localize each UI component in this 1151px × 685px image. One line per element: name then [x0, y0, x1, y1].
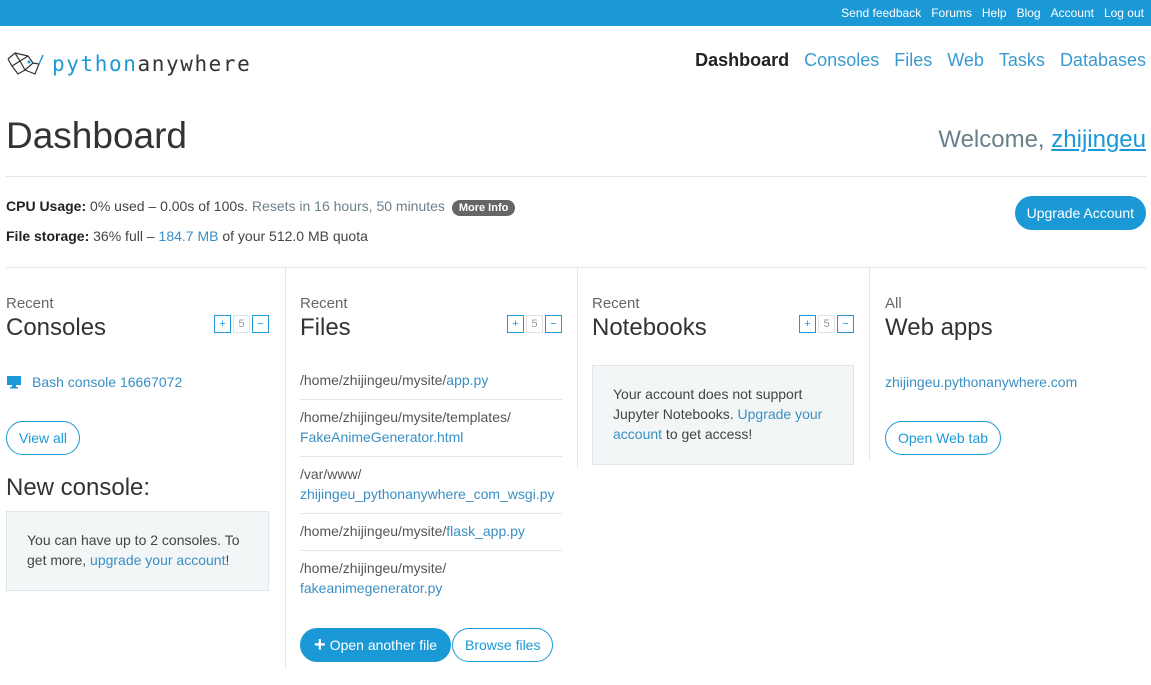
account-link[interactable]: Account	[1051, 6, 1094, 20]
list-item: /home/zhijingeu/mysite/app.py	[300, 363, 562, 400]
increase-button[interactable]: +	[799, 315, 816, 333]
recent-files-list: /home/zhijingeu/mysite/app.py /home/zhij…	[300, 363, 562, 607]
increase-button[interactable]: +	[214, 315, 231, 333]
send-feedback-link[interactable]: Send feedback	[841, 6, 921, 20]
open-another-file-button[interactable]: + Open another file	[300, 628, 452, 662]
logo-text-python: python	[52, 52, 138, 76]
increase-button[interactable]: +	[507, 315, 524, 333]
file-link[interactable]: FakeAnimeGenerator.html	[300, 429, 463, 445]
count-value: 5	[526, 315, 543, 333]
file-link[interactable]: app.py	[446, 372, 488, 388]
decrease-button[interactable]: −	[545, 315, 562, 333]
cpu-usage: CPU Usage: 0% used – 0.00s of 100s. Rese…	[6, 198, 516, 216]
file-link[interactable]: zhijingeu_pythonanywhere_com_wsgi.py	[300, 486, 555, 502]
list-item: /home/zhijingeu/mysite/fakeanimegenerato…	[300, 551, 562, 607]
nav-databases[interactable]: Databases	[1060, 50, 1146, 71]
upgrade-account-link[interactable]: upgrade your account	[90, 552, 225, 568]
list-item: /home/zhijingeu/mysite/templates/FakeAni…	[300, 400, 562, 457]
files-count-stepper: + 5 −	[505, 315, 562, 333]
list-item: /home/zhijingeu/mysite/flask_app.py	[300, 514, 562, 551]
webapp-link[interactable]: zhijingeu.pythonanywhere.com	[885, 374, 1077, 390]
storage-used: 184.7 MB	[158, 228, 219, 244]
column-divider	[577, 268, 578, 468]
decrease-button[interactable]: −	[837, 315, 854, 333]
browse-files-button[interactable]: Browse files	[452, 628, 554, 662]
open-another-file-label: Open another file	[329, 637, 438, 653]
forums-link[interactable]: Forums	[931, 6, 972, 20]
nav-web[interactable]: Web	[947, 50, 984, 71]
logout-link[interactable]: Log out	[1104, 6, 1144, 20]
file-dir: /home/zhijingeu/mysite/	[300, 523, 447, 539]
file-link[interactable]: fakeanimegenerator.py	[300, 580, 442, 596]
view-all-button[interactable]: View all	[6, 421, 80, 455]
page-title: Dashboard	[6, 115, 188, 156]
cpu-reset-text: Resets in 16 hours, 50 minutes	[248, 198, 445, 214]
consoles-count-stepper: + 5 −	[212, 315, 269, 333]
nav-tasks[interactable]: Tasks	[999, 50, 1045, 71]
console-limit-message: You can have up to 2 consoles. To get mo…	[6, 511, 269, 591]
column-divider	[285, 268, 286, 668]
file-dir: /var/www/	[300, 466, 362, 482]
nav-files[interactable]: Files	[894, 50, 932, 71]
storage-dash: –	[142, 228, 159, 244]
file-storage-label: File storage:	[6, 228, 90, 244]
count-value: 5	[233, 315, 250, 333]
logo[interactable]: pythonanywhere	[6, 50, 251, 78]
nav-consoles[interactable]: Consoles	[804, 50, 879, 71]
new-console-title: New console:	[6, 474, 151, 501]
file-storage: File storage: 36% full – 184.7 MB of you…	[6, 228, 368, 244]
notebooks-count-stepper: + 5 −	[797, 315, 854, 333]
cpu-used-value: 0% used	[90, 198, 145, 214]
storage-percent: 36% full	[93, 228, 143, 244]
file-link[interactable]: flask_app.py	[446, 523, 525, 539]
console-link[interactable]: Bash console 16667072	[6, 374, 182, 390]
help-link[interactable]: Help	[982, 6, 1007, 20]
files-title: Files	[300, 314, 351, 341]
column-divider	[869, 268, 870, 460]
nav-dashboard[interactable]: Dashboard	[695, 50, 789, 71]
notebooks-unsupported-message: Your account does not support Jupyter No…	[592, 365, 854, 465]
cpu-dash: –	[144, 198, 161, 214]
python-anywhere-logo-icon	[7, 52, 44, 75]
console-limit-end: !	[225, 552, 230, 568]
webapps-title: Web apps	[885, 314, 993, 341]
plus-icon: +	[314, 634, 326, 656]
cpu-amount: 0.00s of 100s.	[160, 198, 249, 214]
upgrade-account-button[interactable]: Upgrade Account	[1014, 196, 1146, 230]
main-nav: Dashboard Consoles Files Web Tasks Datab…	[680, 50, 1146, 71]
consoles-title: Consoles	[6, 314, 107, 341]
file-dir: /home/zhijingeu/mysite/templates/	[300, 409, 511, 425]
console-name: Bash console 16667072	[32, 374, 183, 390]
decrease-button[interactable]: −	[252, 315, 269, 333]
welcome-message: Welcome, zhijingeu	[938, 126, 1146, 154]
monitor-icon	[7, 376, 21, 389]
webapps-kicker: All	[885, 295, 902, 312]
file-dir: /home/zhijingeu/mysite/	[300, 560, 447, 576]
username-link[interactable]: zhijingeu	[1051, 126, 1146, 153]
logo-text: pythonanywhere	[52, 52, 251, 76]
top-bar: Send feedback Forums Help Blog Account L…	[0, 0, 1151, 26]
file-dir: /home/zhijingeu/mysite/	[300, 372, 447, 388]
storage-quota: of your 512.0 MB quota	[218, 228, 368, 244]
cpu-usage-label: CPU Usage:	[6, 198, 87, 214]
notebooks-kicker: Recent	[592, 295, 640, 312]
consoles-kicker: Recent	[6, 295, 54, 312]
notebooks-title: Notebooks	[592, 314, 707, 341]
divider	[6, 267, 1146, 268]
notebooks-msg-end: to get access!	[662, 426, 753, 442]
logo-text-anywhere: anywhere	[137, 52, 252, 76]
blog-link[interactable]: Blog	[1017, 6, 1041, 20]
files-kicker: Recent	[300, 295, 348, 312]
list-item: /var/www/zhijingeu_pythonanywhere_com_ws…	[300, 457, 562, 514]
count-value: 5	[818, 315, 835, 333]
welcome-prefix: Welcome,	[938, 126, 1052, 153]
open-web-tab-button[interactable]: Open Web tab	[885, 421, 1002, 455]
more-info-badge[interactable]: More Info	[451, 200, 516, 216]
divider	[6, 176, 1146, 177]
